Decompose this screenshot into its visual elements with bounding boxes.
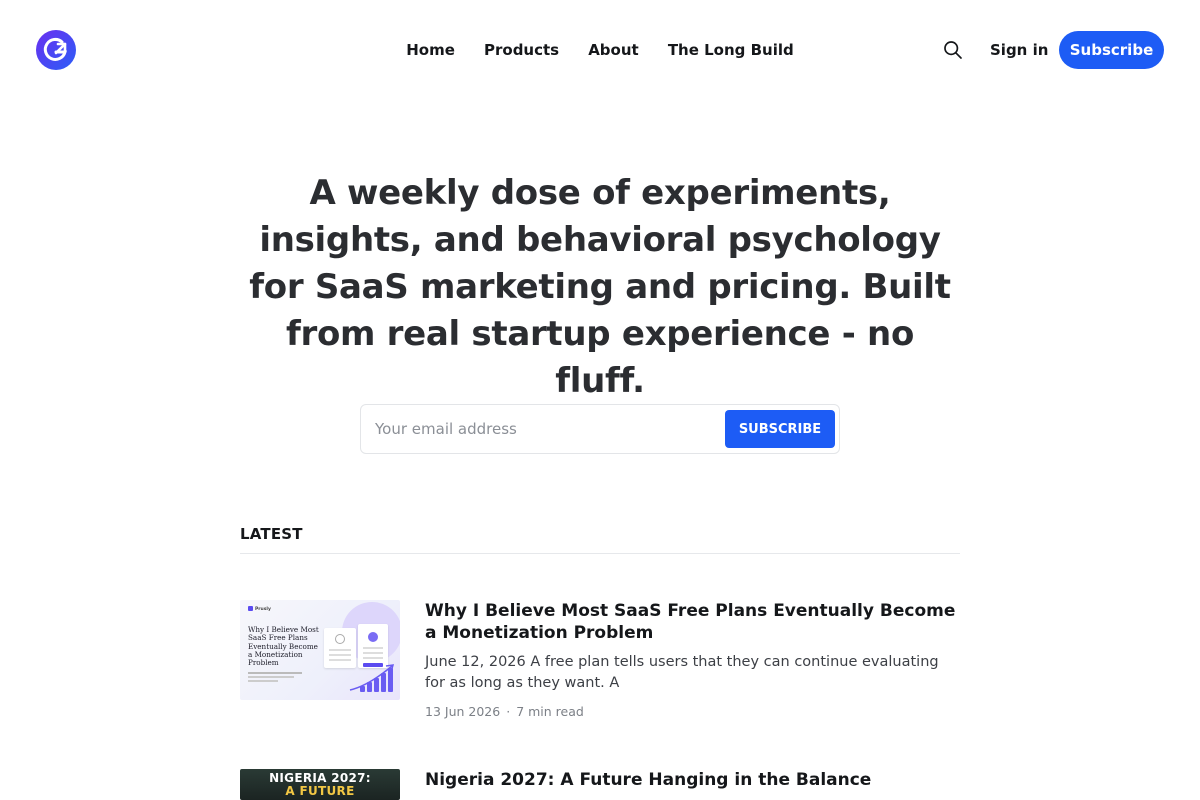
latest-section: LATEST <box>240 525 960 554</box>
nav-home[interactable]: Home <box>406 40 455 60</box>
thumb-title-line1: NIGERIA 2027: <box>269 771 371 785</box>
hero-heading: A weekly dose of experiments, insights, … <box>249 173 951 401</box>
site-logo-icon[interactable] <box>36 30 76 70</box>
post-body: Nigeria 2027: A Future Hanging in the Ba… <box>425 769 960 791</box>
header-subscribe-button[interactable]: Subscribe <box>1059 31 1164 69</box>
search-icon <box>944 41 962 59</box>
nav-products[interactable]: Products <box>484 40 559 60</box>
post-meta: 13 Jun 2026 · 7 min read <box>425 704 960 719</box>
post-read-time: 7 min read <box>516 704 584 719</box>
thumb-brand: Prusly <box>248 606 271 612</box>
email-signup-form: SUBSCRIBE <box>360 404 840 454</box>
post-thumbnail[interactable]: Prusly Why I Believe Most SaaS Free Plan… <box>240 600 400 700</box>
meta-separator: · <box>506 704 511 719</box>
thumb-title-line2: A FUTURE <box>285 784 355 798</box>
trend-arrow-icon <box>349 664 395 691</box>
post-thumbnail[interactable]: NIGERIA 2027: A FUTURE <box>240 769 400 800</box>
hero: A weekly dose of experiments, insights, … <box>240 170 960 405</box>
sign-in-link[interactable]: Sign in <box>990 40 1048 60</box>
email-input[interactable] <box>375 413 725 445</box>
thumb-decor-lines <box>248 672 308 682</box>
site-header: Home Products About The Long Build Sign … <box>0 0 1200 100</box>
post-title[interactable]: Why I Believe Most SaaS Free Plans Event… <box>425 600 960 644</box>
signup-subscribe-button[interactable]: SUBSCRIBE <box>725 410 835 448</box>
post-body: Why I Believe Most SaaS Free Plans Event… <box>425 600 960 719</box>
search-button[interactable] <box>940 37 966 63</box>
nav-about[interactable]: About <box>588 40 639 60</box>
post-title[interactable]: Nigeria 2027: A Future Hanging in the Ba… <box>425 769 960 791</box>
post-excerpt: June 12, 2026 A free plan tells users th… <box>425 654 939 691</box>
thumb-title: Why I Believe Most SaaS Free Plans Event… <box>248 625 319 668</box>
nav-the-long-build[interactable]: The Long Build <box>668 40 794 60</box>
post-date: 13 Jun 2026 <box>425 704 501 719</box>
latest-heading: LATEST <box>240 525 960 554</box>
